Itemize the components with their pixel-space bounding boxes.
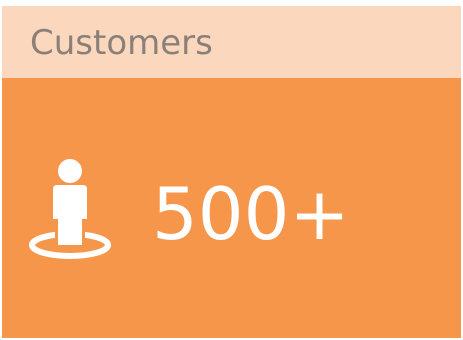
person-standing-on-spot-icon [28,157,114,269]
customers-stat-card: Customers 500+ [2,6,461,338]
card-title: Customers [30,23,213,63]
customer-count-value: 500+ [152,172,350,256]
card-header: Customers [2,6,461,78]
